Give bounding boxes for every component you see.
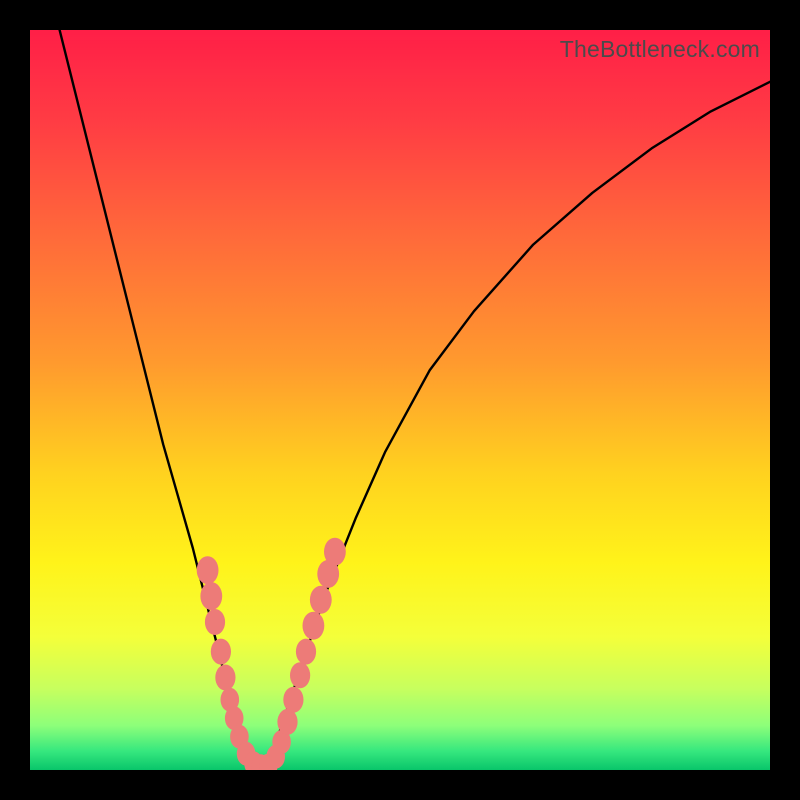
curve-marker — [205, 609, 225, 635]
curve-marker — [324, 538, 346, 566]
curve-marker — [303, 612, 325, 640]
plot-area: TheBottleneck.com — [30, 30, 770, 770]
curve-marker — [277, 709, 297, 735]
chart-frame: TheBottleneck.com — [0, 0, 800, 800]
marker-group — [197, 538, 346, 770]
watermark-text: TheBottleneck.com — [560, 36, 760, 63]
curve-marker — [197, 556, 219, 584]
curve-layer — [30, 30, 770, 770]
curve-marker — [200, 582, 222, 610]
curve-marker — [211, 639, 231, 665]
curve-marker — [215, 665, 235, 691]
curve-marker — [283, 687, 303, 713]
curve-marker — [290, 662, 310, 688]
curve-marker — [296, 639, 316, 665]
curve-marker — [310, 586, 332, 614]
bottleneck-curve — [60, 30, 770, 766]
